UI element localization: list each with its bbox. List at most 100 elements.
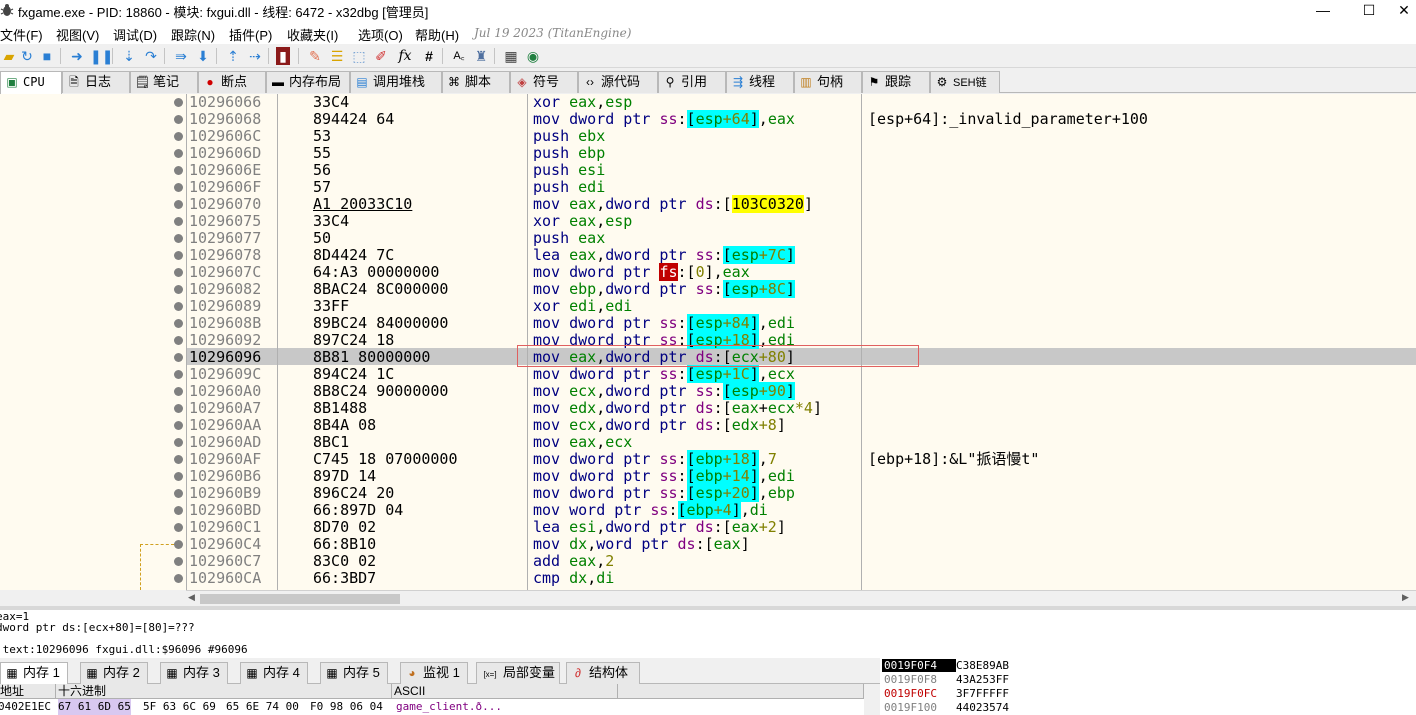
breakpoint-dot-icon[interactable]	[174, 319, 183, 328]
breakpoint-dot-icon[interactable]	[174, 166, 183, 175]
disasm-row[interactable]: 102960CA 66:3BD7 cmp dx,di	[0, 570, 1416, 587]
disasm-row[interactable]: 1029606F 57 push edi	[0, 179, 1416, 196]
disasm-row[interactable]: 10296075 33C4 xor eax,esp	[0, 213, 1416, 230]
menu-view[interactable]: 视图(V)	[56, 25, 99, 44]
breakpoint-dot-icon[interactable]	[174, 149, 183, 158]
tab-watch-1[interactable]: ◕ 监视 1	[400, 662, 468, 684]
tab-handles[interactable]: ▥ 句柄	[794, 71, 862, 93]
tab-dump-4[interactable]: ▦ 内存 4	[240, 662, 308, 684]
execute-till-user-code-icon[interactable]: ⇢	[246, 47, 264, 65]
globe-icon[interactable]: ◉	[524, 47, 542, 65]
breakpoint-dot-icon[interactable]	[174, 557, 183, 566]
trace-over-icon[interactable]: ⬇	[194, 47, 212, 65]
breakpoint-dot-icon[interactable]	[174, 251, 183, 260]
dump-row-hex-2[interactable]: 5F 63 6C 69	[143, 699, 216, 715]
breakpoint-dot-icon[interactable]	[174, 472, 183, 481]
dump-row-hex-1[interactable]: 67 61 6D 65	[58, 699, 131, 715]
minimize-button[interactable]: —	[1300, 0, 1346, 22]
tab-references[interactable]: ⚲ 引用	[658, 71, 726, 93]
tab-call-stack[interactable]: ▤ 调用堆栈	[350, 71, 442, 93]
menu-plugins[interactable]: 插件(P)	[229, 25, 272, 44]
breakpoint-dot-icon[interactable]	[174, 268, 183, 277]
maximize-button[interactable]: ☐	[1346, 0, 1392, 22]
disasm-row[interactable]: 10296066 33C4 xor eax,esp	[0, 94, 1416, 111]
execute-till-return-icon[interactable]: ⇡	[224, 47, 242, 65]
disasm-row[interactable]: 10296070 A1 20033C10 mov eax,dword ptr ds:…	[0, 195, 1416, 213]
disasm-row[interactable]: 102960C1 8D70 02 lea esi,dword ptr ds:[eax…	[0, 519, 1416, 536]
disasm-row[interactable]: 1029607C 64:A3 00000000 mov dword ptr fs:[…	[0, 263, 1416, 281]
dump-header-address[interactable]: 地址	[0, 684, 56, 699]
breakpoint-dot-icon[interactable]	[174, 234, 183, 243]
tab-source[interactable]: ‹› 源代码	[578, 71, 658, 93]
disasm-row[interactable]: 102960B6 897D 14 mov dword ptr ss:[ebp+14]…	[0, 467, 1416, 485]
tab-script[interactable]: ⌘ 脚本	[442, 71, 510, 93]
step-into-icon[interactable]: ⇣	[120, 47, 138, 65]
tab-struct[interactable]: ∂ 结构体	[566, 662, 640, 684]
breakpoint-dot-icon[interactable]	[174, 98, 183, 107]
breakpoint-dot-icon[interactable]	[174, 370, 183, 379]
patch-icon[interactable]: ♜	[472, 47, 490, 65]
disasm-row[interactable]: 1029606C 53 push ebx	[0, 128, 1416, 145]
tab-breakpoints[interactable]: ● 断点	[198, 71, 266, 93]
tab-threads[interactable]: ⇶ 线程	[726, 71, 794, 93]
tab-dump-2[interactable]: ▦ 内存 2	[80, 662, 148, 684]
label-icon[interactable]: ☰	[328, 47, 346, 65]
scroll-right-icon[interactable]: ▶	[1402, 592, 1409, 603]
step-over-icon[interactable]: ↷	[142, 47, 160, 65]
run-icon[interactable]: ➜	[68, 47, 86, 65]
open-icon[interactable]: ▰	[0, 47, 18, 65]
disasm-row[interactable]: 1029606D 55 push ebp	[0, 145, 1416, 162]
scroll-left-icon[interactable]: ◀	[188, 592, 195, 603]
disasm-row[interactable]: 10296089 33FF xor edi,edi	[0, 298, 1416, 315]
breakpoint-dot-icon[interactable]	[174, 455, 183, 464]
breakpoint-dot-icon[interactable]	[174, 540, 183, 549]
tab-locals[interactable]: [x=] 局部变量	[476, 662, 560, 684]
font-icon[interactable]: A꜀	[450, 47, 468, 65]
breakpoint-dot-icon[interactable]	[174, 217, 183, 226]
tab-cpu[interactable]: ▣ CPU	[0, 71, 62, 94]
stop-icon[interactable]: ■	[38, 47, 56, 65]
dump-row-hex-3[interactable]: 65 6E 74 00	[226, 699, 299, 715]
disassembly-view[interactable]: 10296066 33C4 xor eax,esp 10296068 894424 64…	[0, 94, 1416, 590]
menu-help[interactable]: 帮助(H)	[415, 25, 459, 44]
tab-log[interactable]: 🗎 日志	[62, 71, 130, 93]
bookmark-icon[interactable]: ⬚	[350, 47, 368, 65]
breakpoint-dot-icon[interactable]	[174, 404, 183, 413]
disasm-row[interactable]: 102960AA 8B4A 08 mov ecx,dword ptr ds:[edx…	[0, 417, 1416, 434]
fx-icon[interactable]: fx	[396, 47, 414, 65]
disasm-row[interactable]: 10296078 8D4424 7C lea eax,dword ptr ss:[e…	[0, 246, 1416, 264]
breakpoint-dot-icon[interactable]	[174, 438, 183, 447]
pause-icon[interactable]: ❚❚	[90, 47, 113, 65]
function-icon[interactable]: ✐	[372, 47, 390, 65]
disasm-row[interactable]: 10296077 50 push eax	[0, 230, 1416, 247]
scylla-icon[interactable]: ▮	[276, 47, 290, 65]
menu-favourites[interactable]: 收藏夹(I)	[287, 25, 338, 44]
tab-notes[interactable]: 🗒 笔记	[130, 71, 198, 93]
trace-into-icon[interactable]: ⇛	[172, 47, 190, 65]
stack-row[interactable]: 0019F0F4 C38E89AB	[882, 659, 1009, 672]
dump-row-ascii[interactable]: game_client.ð...	[396, 699, 502, 715]
breakpoint-dot-icon[interactable]	[174, 285, 183, 294]
menu-trace[interactable]: 跟踪(N)	[171, 25, 215, 44]
tab-symbols[interactable]: ◈ 符号	[510, 71, 578, 93]
stack-row[interactable]: 0019F100 44023574	[882, 701, 1009, 714]
disasm-row[interactable]: 1029609C 894C24 1C mov dword ptr ss:[esp+1…	[0, 365, 1416, 383]
disasm-row[interactable]: 102960B9 896C24 20 mov dword ptr ss:[esp+2…	[0, 484, 1416, 502]
dump-row-address[interactable]: 0402E1EC	[0, 699, 51, 715]
breakpoint-dot-icon[interactable]	[174, 336, 183, 345]
tab-memory-map[interactable]: ▬ 内存布局	[266, 71, 350, 93]
horizontal-scrollbar[interactable]: ◀ ▶	[186, 590, 1416, 606]
dump-header-hex[interactable]: 十六进制	[56, 684, 392, 699]
menu-debug[interactable]: 调试(D)	[113, 25, 157, 44]
disasm-row[interactable]: 102960C7 83C0 02 add eax,2	[0, 553, 1416, 570]
dump-header-ascii[interactable]: ASCII	[392, 684, 618, 699]
close-button[interactable]: ✕	[1392, 0, 1416, 22]
breakpoint-dot-icon[interactable]	[174, 353, 183, 362]
stack-row[interactable]: 0019F0F8 43A253FF	[882, 673, 1009, 686]
breakpoint-dot-icon[interactable]	[174, 506, 183, 515]
tab-dump-3[interactable]: ▦ 内存 3	[160, 662, 228, 684]
disasm-row[interactable]: 1029608B 89BC24 84000000 mov dword ptr ss:…	[0, 314, 1416, 332]
disasm-row[interactable]: 102960C4 66:8B10 mov dx,word ptr ds:[eax]	[0, 536, 1416, 553]
breakpoint-dot-icon[interactable]	[174, 183, 183, 192]
breakpoint-dot-icon[interactable]	[174, 421, 183, 430]
